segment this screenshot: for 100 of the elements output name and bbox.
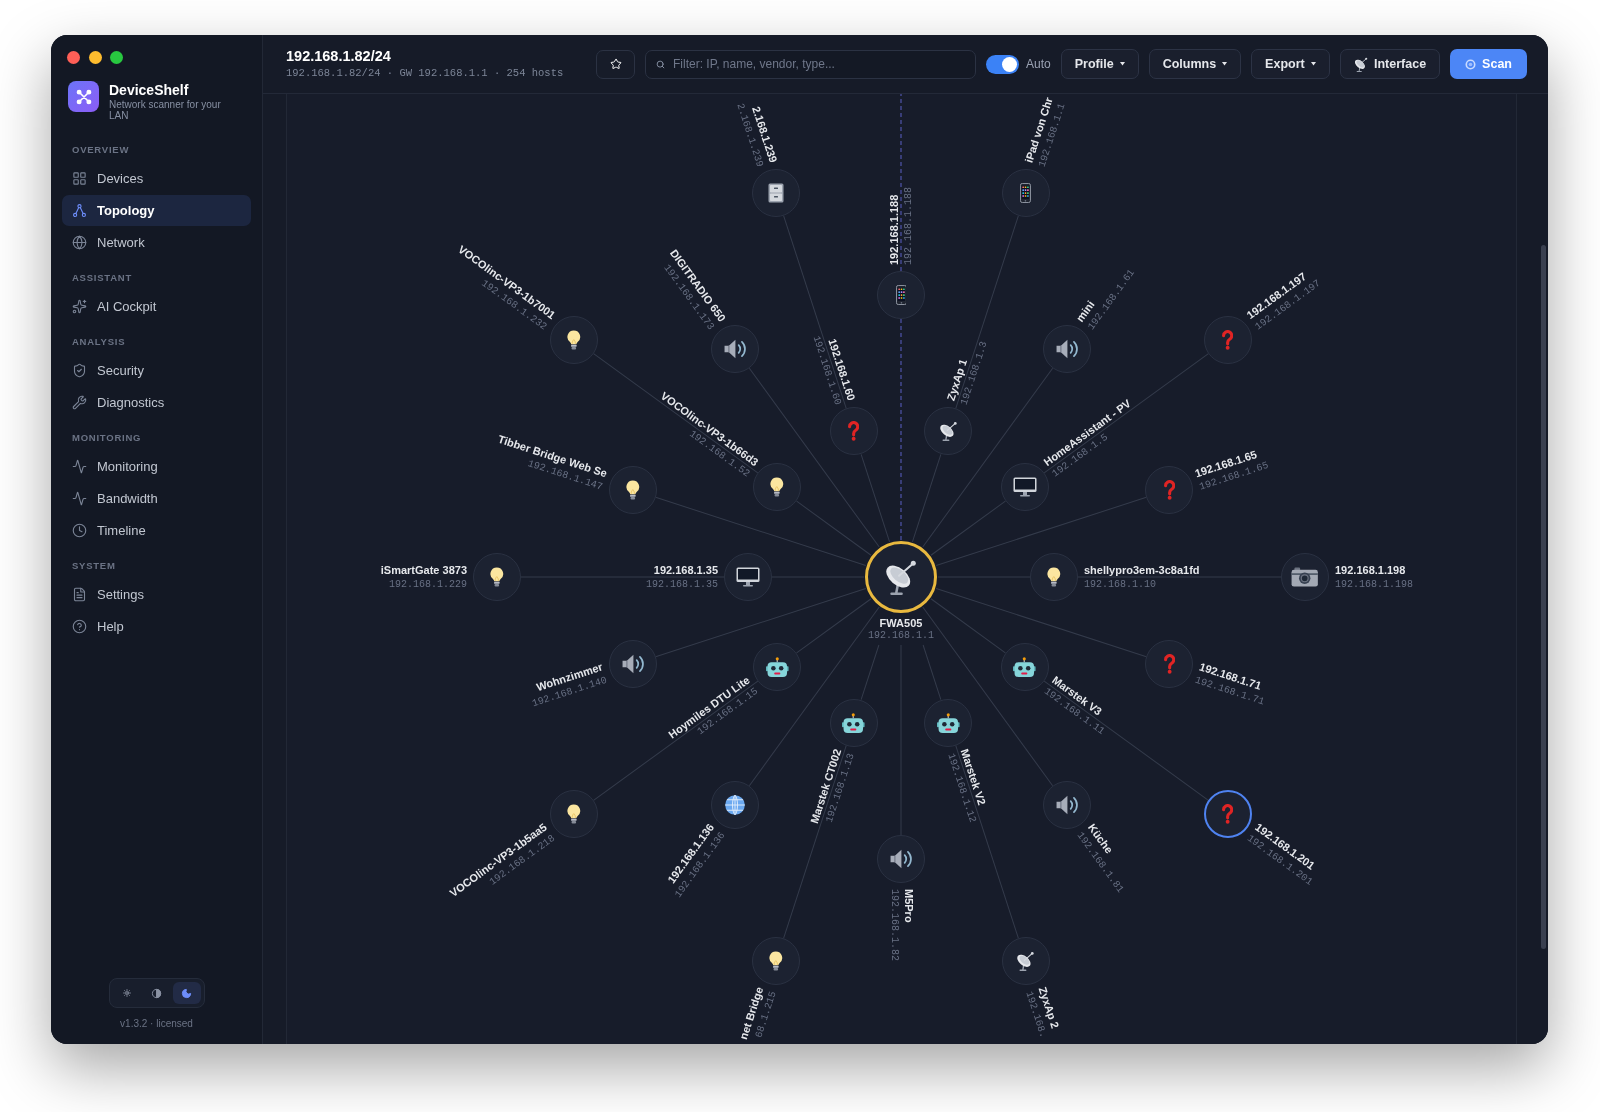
- device-name: M5Pro: [901, 889, 915, 923]
- globe-icon: [72, 235, 87, 250]
- scrollbar-thumb[interactable]: [1541, 245, 1546, 949]
- nav-item[interactable]: Monitoring: [62, 451, 251, 482]
- speaker-icon: [1055, 338, 1078, 359]
- nav-item[interactable]: Timeline: [62, 515, 251, 546]
- question-mark-icon: [1222, 804, 1234, 825]
- dropdown-button[interactable]: Profile: [1060, 49, 1139, 79]
- device-node[interactable]: [1030, 553, 1078, 601]
- desktop-monitor-icon: [736, 567, 760, 587]
- sun-icon: [122, 989, 131, 997]
- device-ip: 192.168.1.10: [1084, 578, 1156, 591]
- device-name: 192.168.1.198: [1335, 563, 1406, 577]
- shield-icon: [72, 363, 87, 378]
- contrast-icon: [151, 987, 162, 999]
- sparkles-icon: [72, 299, 87, 314]
- question-mark-icon: [1163, 479, 1175, 500]
- ring-icon: [1465, 58, 1477, 70]
- gateway-ip: 192.168.1.1: [868, 630, 934, 642]
- document-icon: [72, 587, 87, 602]
- grid-icon: [72, 171, 87, 186]
- speaker-icon: [621, 654, 644, 675]
- page-subtitle: 192.168.1.82/24 · GW 192.168.1.1 · 254 hosts: [286, 66, 564, 80]
- dropdown-button[interactable]: Export: [1251, 49, 1330, 79]
- section-heading: SYSTEM: [72, 559, 116, 573]
- caret-icon: [1119, 62, 1125, 66]
- device-name: shellypro3em-3c8a1fd: [1084, 563, 1200, 577]
- light-bulb-icon: [770, 477, 785, 498]
- nav-item[interactable]: Devices: [62, 163, 251, 194]
- device-node[interactable]: [724, 553, 772, 601]
- section-heading: ANALYSIS: [72, 335, 126, 349]
- window-close-button[interactable]: [67, 51, 80, 64]
- satellite-dish-icon: [1016, 951, 1036, 972]
- speaker-icon: [889, 849, 913, 869]
- light-bulb-icon: [769, 951, 783, 972]
- topology-icon: [72, 203, 87, 218]
- favorite-button[interactable]: [596, 49, 636, 79]
- clock-icon: [72, 523, 87, 538]
- camera-icon: [1291, 567, 1319, 587]
- robot-icon: [765, 656, 789, 677]
- file-cabinet-icon: [768, 182, 785, 203]
- version-label: v1.3.2 · licensed: [120, 1018, 193, 1030]
- section-heading: OVERVIEW: [72, 143, 130, 157]
- device-ip: 192.168.1.35: [646, 578, 718, 591]
- search-icon: [656, 59, 666, 69]
- section-heading: MONITORING: [72, 431, 142, 445]
- section-heading: ASSISTANT: [72, 271, 132, 285]
- nav-item[interactable]: Bandwidth: [62, 483, 251, 514]
- phone-icon: [895, 285, 907, 305]
- device-ip: 192.168.1.198: [1335, 578, 1413, 591]
- device-node[interactable]: [877, 271, 925, 319]
- device-node[interactable]: [473, 553, 521, 601]
- device-node[interactable]: [1281, 553, 1329, 601]
- nav-item[interactable]: Security: [62, 355, 251, 386]
- robot-icon: [1013, 656, 1037, 677]
- nav-item[interactable]: Diagnostics: [62, 387, 251, 418]
- nav-item[interactable]: Network: [62, 227, 251, 258]
- nav-item[interactable]: Help: [62, 611, 251, 642]
- app-logo-icon: [68, 81, 99, 112]
- auto-toggle[interactable]: [986, 54, 1020, 74]
- device-ip: 192.168.1.229: [389, 578, 467, 591]
- satellite-dish-icon: [938, 421, 958, 442]
- light-bulb-icon: [567, 329, 581, 350]
- device-node[interactable]: [877, 835, 925, 883]
- nav-item[interactable]: Topology: [62, 195, 251, 226]
- help-icon: [72, 619, 87, 634]
- star-icon: [609, 58, 622, 70]
- window-minimize-button[interactable]: [88, 51, 102, 64]
- window-zoom-button[interactable]: [110, 51, 123, 64]
- device-name: 192.168.1.35: [653, 563, 718, 577]
- app-name: DeviceShelf: [109, 82, 190, 99]
- robot-icon: [842, 712, 865, 733]
- globe-icon: [725, 795, 746, 816]
- robot-icon: [937, 712, 960, 733]
- nav-item[interactable]: AI Cockpit: [62, 291, 251, 322]
- question-mark-icon: [1163, 654, 1175, 675]
- device-name: iSmartGate 3873: [380, 563, 467, 577]
- phone-icon: [1020, 182, 1032, 203]
- desktop-monitor-icon: [1012, 477, 1037, 498]
- device-ip: 192.168.1.188: [902, 187, 915, 265]
- satellite-dish-icon: [883, 559, 919, 595]
- moon-icon: [181, 987, 192, 999]
- page-title: 192.168.1.82/24: [286, 48, 392, 65]
- light-bulb-icon: [626, 479, 640, 500]
- app-tagline: Network scanner for your LAN: [109, 99, 222, 121]
- dropdown-button[interactable]: Columns: [1148, 49, 1242, 79]
- gateway-node[interactable]: [865, 541, 937, 613]
- tool-button[interactable]: Interface: [1339, 49, 1441, 79]
- question-mark-icon: [848, 421, 860, 442]
- device-ip: 192.168.1.82: [887, 889, 900, 961]
- search-field[interactable]: Filter: IP, name, vendor, type...: [645, 49, 977, 79]
- satellite-dish-icon: [1353, 56, 1368, 72]
- wrench-icon: [72, 395, 87, 410]
- gateway-name: FWA505: [879, 617, 923, 630]
- caret-icon: [1222, 62, 1228, 66]
- theme-option[interactable]: [172, 982, 201, 1004]
- caret-icon: [1310, 62, 1316, 66]
- nav-item[interactable]: Settings: [62, 579, 251, 610]
- device-name: 192.168.1.188: [887, 194, 901, 265]
- light-bulb-icon: [567, 804, 581, 825]
